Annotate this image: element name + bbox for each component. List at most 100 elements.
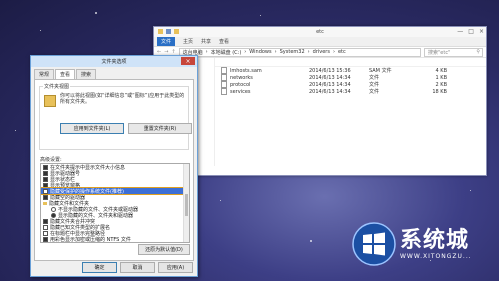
tree-scrollbar[interactable] bbox=[183, 164, 189, 242]
explorer-body: lmhosts.sam 2014/6/13 15:36 SAM 文件 4 KB … bbox=[154, 58, 486, 166]
file-date: 2014/6/13 14:34 bbox=[309, 74, 351, 81]
dialog-title-bar: 文件夹选项 × bbox=[31, 56, 197, 67]
watermark: 系统城 WWW.XITONGZU... bbox=[352, 222, 472, 266]
dialog-close-button[interactable]: × bbox=[181, 57, 195, 65]
file-row[interactable]: lmhosts.sam 2014/6/13 15:36 SAM 文件 4 KB bbox=[215, 67, 486, 74]
search-icon[interactable]: ⚲ bbox=[476, 49, 480, 55]
folder-icon[interactable] bbox=[174, 29, 179, 34]
cancel-button[interactable]: 取消 bbox=[120, 262, 155, 273]
breadcrumb-item[interactable]: etc bbox=[338, 49, 346, 55]
file-list-header bbox=[215, 58, 486, 67]
tab-search[interactable]: 搜索 bbox=[76, 69, 97, 79]
view-tab-panel: 文件夹视图 你可以将此视图(如“详细信息”或“图标”)应用于此类型的所有文件夹。… bbox=[34, 79, 194, 261]
file-icon bbox=[221, 88, 227, 95]
advanced-setting-item[interactable]: 在缩略图上显示文件图标 bbox=[41, 242, 189, 243]
explorer-window: etc — □ × 文件 主页 共享 查看 ← → ↑ 这台电脑 › 本地磁盘 (… bbox=[153, 26, 487, 176]
close-button[interactable]: × bbox=[479, 28, 484, 35]
reset-folders-button[interactable]: 重置文件夹(R) bbox=[128, 123, 192, 134]
file-type: 文件 bbox=[369, 89, 380, 95]
checkbox-icon[interactable] bbox=[43, 188, 48, 194]
file-row[interactable]: services 2014/6/13 14:34 文件 18 KB bbox=[215, 88, 486, 95]
breadcrumb-item[interactable]: System32 bbox=[280, 49, 305, 55]
file-row[interactable]: protocol 2014/6/13 14:34 文件 2 KB bbox=[215, 81, 486, 88]
file-icon bbox=[221, 81, 227, 88]
radio-icon[interactable] bbox=[51, 206, 56, 212]
search-input[interactable]: 搜索"etc" ⚲ bbox=[424, 47, 483, 57]
checkbox-icon[interactable] bbox=[43, 194, 48, 200]
quick-access-toolbar bbox=[158, 29, 179, 34]
checkbox-icon[interactable] bbox=[43, 224, 48, 230]
folder-views-icon bbox=[44, 95, 56, 107]
tab-general[interactable]: 常规 bbox=[34, 69, 55, 79]
dialog-title: 文件夹选项 bbox=[101, 59, 127, 65]
file-size: 4 KB bbox=[435, 67, 447, 74]
file-type: SAM 文件 bbox=[369, 68, 392, 74]
file-list: lmhosts.sam 2014/6/13 15:36 SAM 文件 4 KB … bbox=[215, 58, 486, 166]
file-size: 1 KB bbox=[435, 74, 447, 81]
file-date: 2014/6/13 14:34 bbox=[309, 81, 351, 88]
address-bar-row: ← → ↑ 这台电脑 › 本地磁盘 (C:) › Windows › System32… bbox=[154, 47, 486, 58]
file-size: 18 KB bbox=[432, 88, 447, 95]
file-type: 文件 bbox=[369, 82, 380, 88]
breadcrumb-separator: › bbox=[244, 49, 247, 55]
file-name: protocol bbox=[230, 81, 251, 88]
star bbox=[310, 240, 312, 242]
checkbox-icon[interactable] bbox=[43, 176, 48, 182]
checkbox-icon[interactable] bbox=[43, 218, 48, 224]
breadcrumb-separator: › bbox=[332, 49, 335, 55]
ribbon-tabs: 文件 主页 共享 查看 bbox=[154, 37, 486, 47]
restore-defaults-button[interactable]: 还原为默认值(D) bbox=[138, 244, 190, 255]
ribbon-tab-share[interactable]: 共享 bbox=[201, 38, 211, 45]
folder-icon bbox=[43, 201, 47, 205]
ok-button[interactable]: 确定 bbox=[82, 262, 117, 273]
minimize-button[interactable]: — bbox=[457, 28, 463, 35]
save-icon[interactable] bbox=[166, 29, 171, 34]
advanced-settings-label: 高级设置: bbox=[40, 157, 62, 163]
explorer-title: etc bbox=[316, 29, 324, 35]
checkbox-icon[interactable] bbox=[43, 182, 48, 188]
file-date: 2014/6/13 14:34 bbox=[309, 88, 351, 95]
advanced-settings-tree: 在文件夹提示中显示文件大小信息 显示驱动器号 显示状态栏 显示预览窗格 隐藏受保护的操作… bbox=[40, 163, 190, 243]
watermark-url: WWW.XITONGZU... bbox=[400, 252, 472, 260]
checkbox-icon[interactable] bbox=[43, 243, 48, 244]
file-size: 2 KB bbox=[435, 81, 447, 88]
star bbox=[470, 190, 471, 191]
search-placeholder: 搜索"etc" bbox=[428, 49, 451, 56]
apply-button[interactable]: 应用(A) bbox=[158, 262, 193, 273]
checkbox-icon[interactable] bbox=[43, 164, 48, 170]
file-date: 2014/6/13 15:36 bbox=[309, 67, 351, 74]
file-name: networks bbox=[230, 74, 253, 81]
file-row[interactable]: networks 2014/6/13 14:34 文件 1 KB bbox=[215, 74, 486, 81]
ribbon-tab-file[interactable]: 文件 bbox=[157, 37, 176, 46]
star bbox=[260, 15, 261, 16]
star bbox=[95, 12, 97, 14]
folder-icon[interactable] bbox=[158, 29, 163, 34]
advanced-setting-label: 在缩略图上显示文件图标 bbox=[50, 242, 105, 243]
tab-view[interactable]: 查看 bbox=[55, 69, 76, 79]
file-icon bbox=[221, 74, 227, 81]
star bbox=[220, 200, 221, 201]
breadcrumb-item[interactable]: drivers bbox=[313, 49, 330, 55]
breadcrumb-item[interactable]: Windows bbox=[249, 49, 271, 55]
checkbox-icon[interactable] bbox=[43, 236, 48, 242]
file-name: lmhosts.sam bbox=[230, 67, 262, 74]
star bbox=[15, 130, 16, 131]
windows-logo-icon bbox=[352, 222, 396, 266]
checkbox-icon[interactable] bbox=[43, 170, 48, 176]
folder-options-dialog: 文件夹选项 × 常规 查看 搜索 文件夹视图 你可以将此视图(如“详细信息”或“… bbox=[30, 55, 198, 277]
breadcrumb-separator: › bbox=[307, 49, 310, 55]
maximize-button[interactable]: □ bbox=[468, 28, 474, 35]
breadcrumb-item[interactable]: 本地磁盘 (C:) bbox=[211, 49, 242, 56]
file-name: services bbox=[230, 88, 251, 95]
address-path[interactable]: 这台电脑 › 本地磁盘 (C:) › Windows › System32 › driv… bbox=[178, 47, 421, 57]
file-type: 文件 bbox=[369, 75, 380, 81]
checkbox-icon[interactable] bbox=[43, 230, 48, 236]
ribbon-tab-view[interactable]: 查看 bbox=[219, 38, 229, 45]
apply-to-folders-button[interactable]: 应用到文件夹(L) bbox=[60, 123, 124, 134]
ribbon-tab-home[interactable]: 主页 bbox=[183, 38, 193, 45]
dialog-tabs: 常规 查看 搜索 bbox=[31, 67, 197, 79]
scrollbar-thumb[interactable] bbox=[185, 194, 188, 216]
breadcrumb-separator: › bbox=[205, 49, 208, 55]
dialog-footer: 确定 取消 应用(A) bbox=[82, 262, 193, 273]
star bbox=[40, 30, 41, 31]
